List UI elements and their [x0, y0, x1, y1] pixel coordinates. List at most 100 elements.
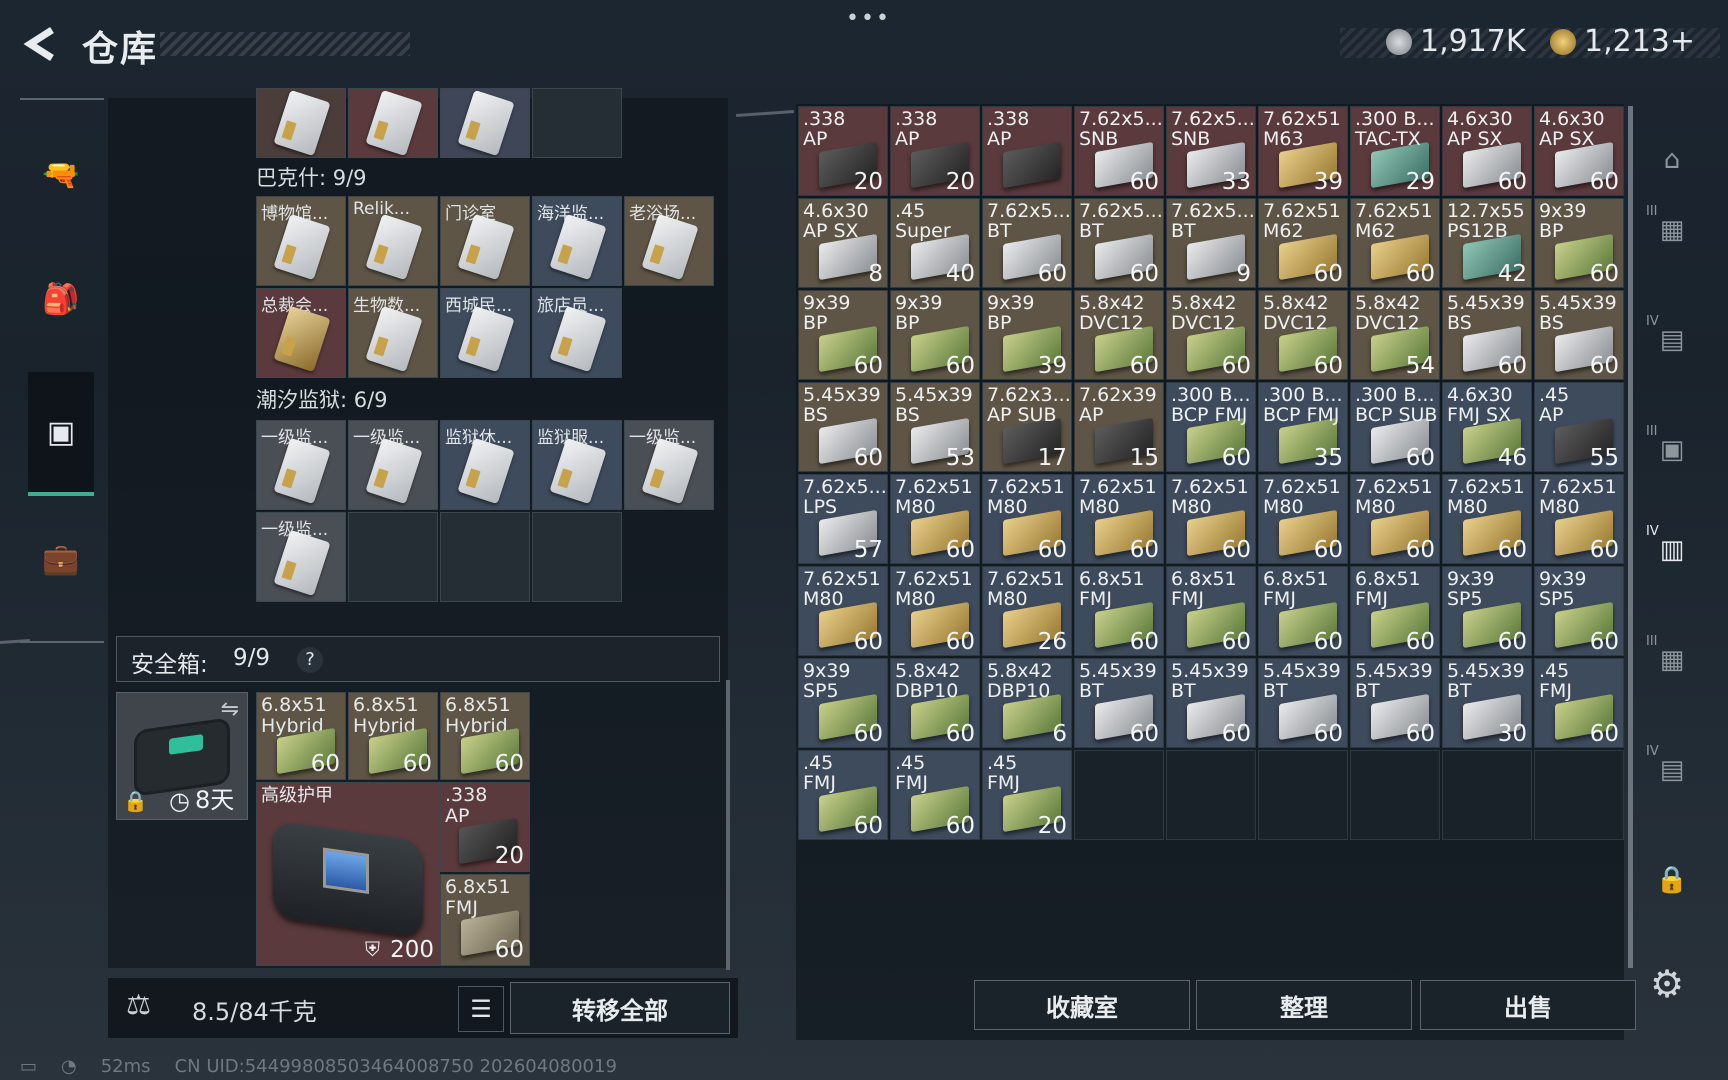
- nav-backpack[interactable]: 🎒: [28, 244, 94, 354]
- tier3-weapon-case-icon[interactable]: III ▦: [1644, 200, 1700, 260]
- ammo-item[interactable]: .45 FMJ 60: [1534, 658, 1624, 748]
- ammo-item[interactable]: 7.62x51 M80 26: [982, 566, 1072, 656]
- ammo-item[interactable]: .338 AP 20: [890, 106, 980, 196]
- sell-button[interactable]: 出售: [1420, 980, 1636, 1030]
- ammo-item[interactable]: .45 FMJ 60: [890, 750, 980, 840]
- ammo-item[interactable]: 9x39 SP5 60: [1442, 566, 1532, 656]
- ammo-item[interactable]: 7.62x51 M80 60: [1350, 474, 1440, 564]
- ammo-item[interactable]: 7.62x5... SNB 33: [1166, 106, 1256, 196]
- ammo-item[interactable]: 6.8x51 Hybrid 60: [348, 692, 438, 780]
- ammo-item[interactable]: 6.8x51 Hybrid 60: [256, 692, 346, 780]
- nav-storage[interactable]: ▣: [28, 372, 94, 496]
- keycard-item[interactable]: 海洋监...: [532, 196, 622, 286]
- ammo-item[interactable]: 5.45x39 BS 60: [798, 382, 888, 472]
- ammo-item[interactable]: 7.62x51 M80 60: [1442, 474, 1532, 564]
- ammo-item[interactable]: 4.6x30 AP SX 8: [798, 198, 888, 288]
- ammo-item[interactable]: 5.45x39 BS 53: [890, 382, 980, 472]
- silver-currency[interactable]: 1,917K: [1386, 24, 1526, 59]
- tier4-rack-icon[interactable]: IV ▤: [1644, 740, 1700, 800]
- nav-briefcase[interactable]: 💼: [28, 504, 94, 614]
- ammo-item[interactable]: 7.62x51 M80 60: [1534, 474, 1624, 564]
- ammo-item[interactable]: 5.45x39 BS 60: [1534, 290, 1624, 380]
- ammo-item[interactable]: .45 FMJ 20: [982, 750, 1072, 840]
- ammo-item[interactable]: .300 B... TAC-TX 29: [1350, 106, 1440, 196]
- ammo-item[interactable]: 9x39 BP 39: [982, 290, 1072, 380]
- ammo-item[interactable]: .45 Super 40: [890, 198, 980, 288]
- ammo-item[interactable]: 7.62x51 M80 60: [1258, 474, 1348, 564]
- left-scrollbar[interactable]: [726, 680, 730, 970]
- armor-item[interactable]: 高级护甲 ⛨ 200: [256, 782, 440, 966]
- ammo-item[interactable]: 7.62x51 M62 60: [1350, 198, 1440, 288]
- more-options-icon[interactable]: •••: [846, 6, 891, 31]
- keycard-item[interactable]: 一级监...: [348, 420, 438, 510]
- ammo-item[interactable]: .45 AP 55: [1534, 382, 1624, 472]
- ammo-item[interactable]: 12.7x55 PS12B 42: [1442, 198, 1532, 288]
- keycard-item[interactable]: 生物数...: [348, 288, 438, 378]
- ammo-item[interactable]: 4.6x30 FMJ SX 46: [1442, 382, 1532, 472]
- ammo-item[interactable]: .338 AP 20: [440, 782, 530, 872]
- ammo-item[interactable]: 9x39 SP5 60: [798, 658, 888, 748]
- ammo-item[interactable]: 7.62x51 M62 60: [1258, 198, 1348, 288]
- ammo-item[interactable]: 6.8x51 FMJ 60: [1350, 566, 1440, 656]
- ammo-item[interactable]: 7.62x51 M80 60: [890, 566, 980, 656]
- ammo-item[interactable]: 5.45x39 BT 60: [1258, 658, 1348, 748]
- keycard-item[interactable]: 博物馆...: [256, 196, 346, 286]
- ammo-item[interactable]: 7.62x5... BT 9: [1166, 198, 1256, 288]
- ammo-item[interactable]: 4.6x30 AP SX 60: [1442, 106, 1532, 196]
- keycard-item[interactable]: 门诊室: [440, 196, 530, 286]
- tier3-case-icon[interactable]: III ▣: [1644, 420, 1700, 480]
- ammo-item[interactable]: 7.62x5... LPS 57: [798, 474, 888, 564]
- collection-room-button[interactable]: 收藏室: [974, 980, 1190, 1030]
- ammo-item[interactable]: 5.45x39 BT 60: [1074, 658, 1164, 748]
- ammo-item[interactable]: 5.45x39 BS 60: [1442, 290, 1532, 380]
- keycard-item[interactable]: Relik...: [348, 196, 438, 286]
- ammo-item[interactable]: 7.62x51 M80 60: [982, 474, 1072, 564]
- keycard-slot[interactable]: [256, 88, 346, 158]
- ammo-item[interactable]: 7.62x5... BT 60: [982, 198, 1072, 288]
- ammo-item[interactable]: 7.62x51 M80 60: [890, 474, 980, 564]
- transfer-all-button[interactable]: 转移全部: [510, 982, 730, 1034]
- safebox-container[interactable]: ⇋ 🔒 ◷ 8天: [116, 692, 248, 820]
- ammo-item[interactable]: 7.62x51 M80 60: [1166, 474, 1256, 564]
- tier4-tool-case-icon[interactable]: IV ▤: [1644, 310, 1700, 370]
- ammo-item[interactable]: 7.62x51 M63 39: [1258, 106, 1348, 196]
- help-icon[interactable]: ?: [297, 647, 323, 673]
- lock-icon[interactable]: 🔒: [1644, 850, 1700, 910]
- keycard-item[interactable]: 老浴场...: [624, 196, 714, 286]
- ammo-item[interactable]: 5.8x42 DVC12 60: [1166, 290, 1256, 380]
- ammo-item[interactable]: 6.8x51 FMJ 60: [440, 874, 530, 966]
- ammo-item[interactable]: .300 B... BCP FMJ 35: [1258, 382, 1348, 472]
- ammo-item[interactable]: .338 AP 20: [798, 106, 888, 196]
- keycard-item[interactable]: 一级监...: [256, 420, 346, 510]
- keycard-slot[interactable]: [348, 88, 438, 158]
- ammo-item[interactable]: 5.8x42 DVC12 54: [1350, 290, 1440, 380]
- ammo-item[interactable]: 7.62x5... SNB 60: [1074, 106, 1164, 196]
- keycard-item[interactable]: 一级监...: [624, 420, 714, 510]
- storage-scrollbar[interactable]: [1628, 106, 1633, 968]
- ammo-item[interactable]: 5.8x42 DBP10 60: [890, 658, 980, 748]
- ammo-item[interactable]: 5.45x39 BT 60: [1166, 658, 1256, 748]
- ammo-item[interactable]: .45 FMJ 60: [798, 750, 888, 840]
- ammo-item[interactable]: .300 B... BCP FMJ 60: [1166, 382, 1256, 472]
- ammo-item[interactable]: 5.45x39 BT 30: [1442, 658, 1532, 748]
- ammo-item[interactable]: 7.62x51 M80 60: [798, 566, 888, 656]
- ammo-item[interactable]: 6.8x51 FMJ 60: [1166, 566, 1256, 656]
- ammo-item[interactable]: 9x39 BP 60: [1534, 198, 1624, 288]
- ammo-item[interactable]: 9x39 SP5 60: [1534, 566, 1624, 656]
- ammo-item[interactable]: 9x39 BP 60: [890, 290, 980, 380]
- keycard-slot[interactable]: [440, 88, 530, 158]
- ammo-item[interactable]: 5.8x42 DBP10 6: [982, 658, 1072, 748]
- swap-icon[interactable]: ⇋: [221, 697, 239, 722]
- ammo-item[interactable]: .338 AP: [982, 106, 1072, 196]
- nav-weapons[interactable]: 🔫: [28, 120, 94, 230]
- list-view-button[interactable]: ☰: [458, 986, 504, 1032]
- ammo-item[interactable]: .300 B... BCP SUB 60: [1350, 382, 1440, 472]
- settings-gear-icon[interactable]: ⚙: [1650, 962, 1684, 1006]
- ammo-item[interactable]: 5.8x42 DVC12 60: [1074, 290, 1164, 380]
- ammo-item[interactable]: 7.62x39 AP 15: [1074, 382, 1164, 472]
- keycard-item[interactable]: 西城民...: [440, 288, 530, 378]
- ammo-item[interactable]: 7.62x51 M80 60: [1074, 474, 1164, 564]
- tier3-rack-icon[interactable]: III ▦: [1644, 630, 1700, 690]
- ammo-item[interactable]: 6.8x51 FMJ 60: [1258, 566, 1348, 656]
- keycard-item[interactable]: 监狱休...: [440, 420, 530, 510]
